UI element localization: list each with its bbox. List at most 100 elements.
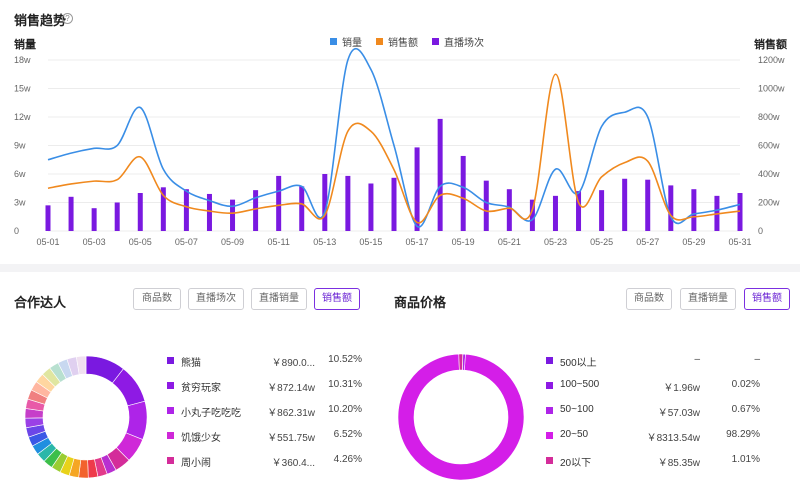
price-title: 商品价格 — [394, 295, 447, 310]
y-right-tick-label: 1000w — [758, 84, 785, 94]
legend-swatch — [167, 357, 174, 364]
price-tab-live-sales[interactable]: 直播销量 — [680, 288, 736, 310]
list-item[interactable]: 熊猫 ￥890.0... 10.52% — [167, 354, 367, 369]
bar-live-sessions — [460, 155, 466, 231]
price-range-percent: 1.01% — [731, 454, 760, 465]
bar-live-sessions — [183, 189, 189, 231]
bottom-panels: 合作达人 商品数 直播场次 直播销量 销售额 熊猫 ￥890.0... 10.5… — [0, 272, 800, 500]
y-left-tick-label: 18w — [14, 55, 31, 65]
y-right-tick-label: 800w — [758, 112, 780, 122]
bar-live-sessions — [414, 147, 420, 231]
x-tick-label: 05-11 — [267, 237, 289, 247]
partner-value: ￥551.75w — [267, 433, 315, 444]
donut-slice — [458, 353, 464, 371]
partner-percent: 4.26% — [333, 454, 362, 465]
partner-percent: 10.31% — [328, 379, 362, 390]
partner-name: 贫穷玩家 — [181, 383, 221, 394]
list-item[interactable]: 饥饿少女 ￥551.75w 6.52% — [167, 429, 367, 444]
list-item[interactable]: 贫穷玩家 ￥872.14w 10.31% — [167, 379, 367, 394]
partners-tab-sales-amount[interactable]: 销售额 — [314, 288, 360, 310]
sales-trend-panel: 销售趋势 ? 销量 销售额 销量 销售额 直播场次 0 0 3w 200w 6w 400w… — [0, 0, 800, 264]
list-item[interactable]: 20~50 ￥8313.54w 98.29% — [546, 429, 766, 444]
x-tick-label: 05-05 — [129, 237, 152, 247]
price-range-name: 100~500 — [560, 379, 600, 390]
partner-percent: 10.20% — [328, 404, 362, 415]
partner-value: ￥890.0... — [271, 358, 315, 369]
bar-live-sessions — [253, 190, 259, 231]
legend-swatch — [546, 407, 553, 414]
bar-live-sessions — [345, 175, 351, 231]
partners-tab-product-count[interactable]: 商品数 — [133, 288, 181, 310]
list-item[interactable]: 20以下 ￥85.35w 1.01% — [546, 454, 766, 469]
bar-live-sessions — [437, 118, 443, 231]
price-range-value: ￥85.35w — [657, 458, 700, 469]
y-right-tick-label: 0 — [758, 226, 763, 236]
price-range-value: ￥57.03w — [657, 408, 700, 419]
partners-tab-live-sessions[interactable]: 直播场次 — [188, 288, 244, 310]
price-donut-chart[interactable] — [396, 352, 526, 482]
price-range-value: ￥1.96w — [663, 383, 700, 394]
price-tab-product-count[interactable]: 商品数 — [626, 288, 672, 310]
x-tick-label: 05-17 — [406, 237, 429, 247]
list-item[interactable]: 小丸子吃吃吃 ￥862.31w 10.20% — [167, 404, 367, 419]
price-range-name: 20以下 — [560, 458, 592, 469]
partners-donut-chart[interactable] — [21, 352, 151, 482]
sales-trend-chart[interactable]: 0 0 3w 200w 6w 400w 9w 600w 12w 800w 15w 1000w 18w 12… — [0, 0, 800, 264]
price-range-value: – — [694, 354, 700, 365]
y-left-tick-label: 12w — [14, 112, 31, 122]
donut-slice — [397, 353, 525, 481]
bar-live-sessions — [137, 193, 143, 231]
x-tick-label: 05-03 — [83, 237, 106, 247]
y-right-tick-label: 1200w — [758, 55, 785, 65]
partner-value: ￥862.31w — [267, 408, 315, 419]
bar-live-sessions — [506, 189, 512, 231]
partner-percent: 10.52% — [328, 354, 362, 365]
y-left-tick-label: 15w — [14, 84, 31, 94]
legend-swatch — [167, 382, 174, 389]
y-left-tick-label: 0 — [14, 226, 19, 236]
price-range-percent: 0.02% — [731, 379, 760, 390]
price-range-name: 500以上 — [560, 358, 597, 369]
y-right-tick-label: 600w — [758, 141, 780, 151]
partners-tab-live-sales[interactable]: 直播销量 — [251, 288, 307, 310]
x-tick-label: 05-15 — [359, 237, 382, 247]
donut-slice — [125, 400, 148, 440]
partner-percent: 6.52% — [333, 429, 362, 440]
y-left-tick-label: 3w — [14, 198, 26, 208]
x-tick-label: 05-09 — [221, 237, 244, 247]
x-tick-label: 05-29 — [682, 237, 705, 247]
bar-live-sessions — [91, 208, 97, 231]
price-range-name: 20~50 — [560, 429, 589, 440]
list-item[interactable]: 50~100 ￥57.03w 0.67% — [546, 404, 766, 419]
legend-swatch — [167, 407, 174, 414]
list-item[interactable]: 500以上 – – — [546, 354, 766, 369]
bar-live-sessions — [645, 179, 651, 231]
y-left-tick-label: 6w — [14, 169, 26, 179]
partner-name: 饥饿少女 — [181, 433, 221, 444]
list-item[interactable]: 100~500 ￥1.96w 0.02% — [546, 379, 766, 394]
bar-live-sessions — [552, 195, 558, 231]
bar-live-sessions — [68, 196, 74, 231]
list-item[interactable]: 周小闹 ￥360.4... 4.26% — [167, 454, 367, 469]
legend-swatch — [546, 357, 553, 364]
price-range-percent: 98.29% — [726, 429, 760, 440]
partner-name: 小丸子吃吃吃 — [181, 408, 241, 419]
bar-live-sessions — [391, 177, 397, 231]
price-tab-sales-amount[interactable]: 销售额 — [744, 288, 790, 310]
partner-value: ￥360.4... — [271, 458, 315, 469]
legend-swatch — [546, 432, 553, 439]
price-range-percent: 0.67% — [731, 404, 760, 415]
partner-name: 熊猫 — [181, 358, 201, 369]
bar-live-sessions — [45, 205, 51, 231]
x-tick-label: 05-07 — [175, 237, 198, 247]
price-range-value: ￥8313.54w — [646, 433, 700, 444]
y-right-tick-label: 400w — [758, 169, 780, 179]
legend-swatch — [546, 382, 553, 389]
bar-live-sessions — [668, 185, 674, 231]
bar-live-sessions — [368, 183, 374, 231]
bar-live-sessions — [622, 178, 628, 231]
price-range-name: 50~100 — [560, 404, 594, 415]
legend-swatch — [167, 432, 174, 439]
x-tick-label: 05-25 — [590, 237, 613, 247]
bar-live-sessions — [691, 189, 697, 231]
